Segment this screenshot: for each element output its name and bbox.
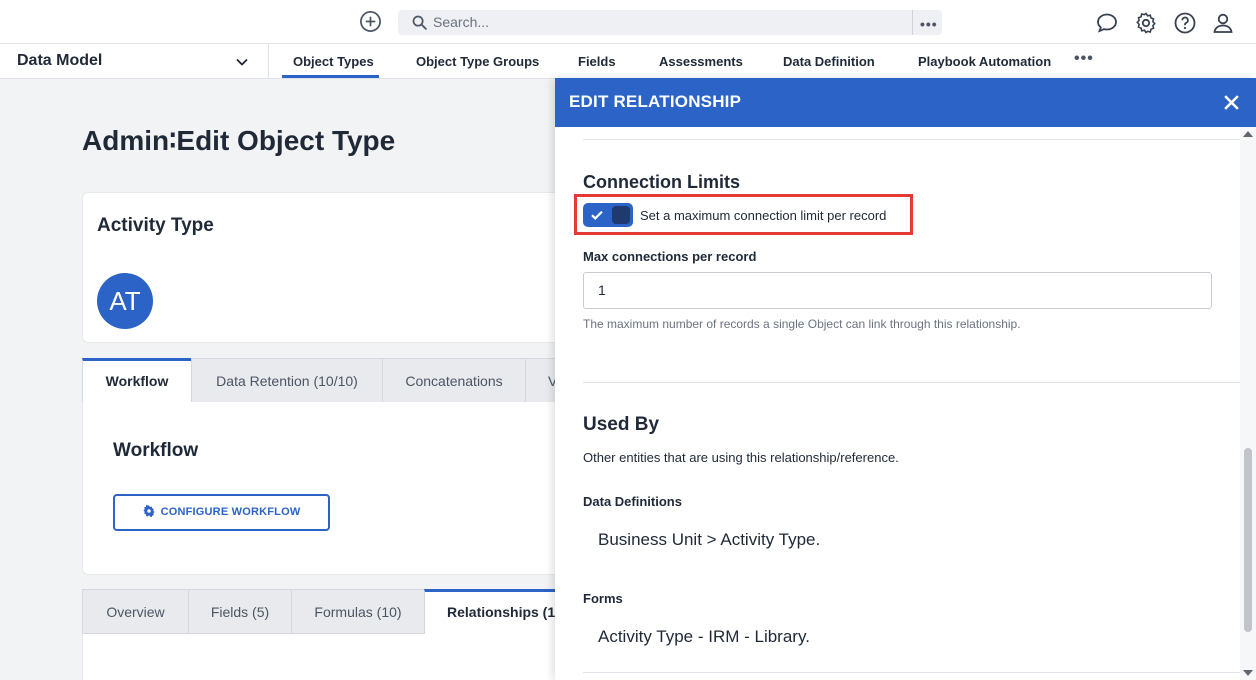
tab-workflow[interactable]: Workflow bbox=[82, 358, 192, 403]
max-connections-label: Max connections per record bbox=[583, 249, 757, 264]
form-item: Activity Type - IRM - Library. bbox=[598, 627, 810, 646]
more-icon: ••• bbox=[920, 16, 938, 32]
divider bbox=[583, 382, 1240, 383]
active-tab-indicator bbox=[282, 75, 379, 78]
object-tabs-bottom: Overview Fields (5) Formulas (10) Relati… bbox=[82, 589, 602, 635]
gear-icon bbox=[143, 505, 155, 517]
configure-workflow-label: CONFIGURE WORKFLOW bbox=[160, 506, 301, 518]
tab-formulas[interactable]: Formulas (10) bbox=[291, 589, 425, 634]
max-connections-input[interactable]: 1 bbox=[583, 272, 1212, 309]
module-title: Data Model bbox=[17, 52, 103, 69]
search-options-button[interactable]: ••• bbox=[912, 10, 942, 35]
panel-scrollbar[interactable] bbox=[1240, 127, 1256, 680]
scroll-down-icon[interactable] bbox=[1243, 670, 1253, 676]
nav-tab-playbook-automation[interactable]: Playbook Automation bbox=[918, 54, 1051, 69]
close-icon[interactable] bbox=[1223, 94, 1240, 111]
tab-overview[interactable]: Overview bbox=[82, 589, 189, 634]
panel-title: EDIT RELATIONSHIP bbox=[569, 92, 742, 111]
avatar: AT bbox=[97, 273, 153, 329]
object-header-card: Activity Type AT bbox=[82, 192, 602, 343]
configure-workflow-button[interactable]: CONFIGURE WORKFLOW bbox=[113, 494, 330, 531]
scroll-thumb[interactable] bbox=[1244, 448, 1252, 632]
forms-label: Forms bbox=[583, 591, 623, 606]
gear-icon[interactable] bbox=[1134, 11, 1158, 35]
toggle-knob bbox=[612, 206, 630, 224]
max-connections-help: The maximum number of records a single O… bbox=[583, 317, 1021, 331]
nav-tab-assessments[interactable]: Assessments bbox=[659, 54, 743, 69]
nav-tab-fields[interactable]: Fields bbox=[578, 54, 616, 69]
global-search[interactable]: Search... ••• bbox=[398, 10, 942, 35]
used-by-title: Used By bbox=[583, 414, 660, 435]
divider bbox=[583, 672, 1240, 673]
relationships-card bbox=[82, 634, 602, 680]
object-name: Activity Type bbox=[97, 215, 214, 236]
object-tabs-top: Workflow Data Retention (10/10) Concaten… bbox=[82, 358, 602, 403]
edit-relationship-panel: EDIT RELATIONSHIP Connection Limits Set … bbox=[555, 78, 1256, 680]
used-by-description: Other entities that are using this relat… bbox=[583, 450, 899, 465]
nav-tab-object-types[interactable]: Object Types bbox=[293, 54, 374, 69]
search-icon bbox=[412, 15, 427, 30]
nav-tab-object-type-groups[interactable]: Object Type Groups bbox=[416, 54, 539, 69]
tab-data-retention[interactable]: Data Retention (10/10) bbox=[191, 358, 383, 403]
workflow-title: Workflow bbox=[113, 440, 199, 461]
divider bbox=[583, 139, 1240, 140]
toggle-label: Set a maximum connection limit per recor… bbox=[640, 208, 887, 223]
tab-concatenations[interactable]: Concatenations bbox=[382, 358, 526, 403]
add-circle-icon[interactable] bbox=[359, 10, 382, 33]
top-bar: Search... ••• bbox=[0, 0, 1256, 44]
more-tabs-icon[interactable]: ••• bbox=[1074, 50, 1094, 68]
scroll-up-icon[interactable] bbox=[1243, 131, 1253, 137]
data-definition-item: Business Unit > Activity Type. bbox=[598, 530, 821, 549]
panel-header: EDIT RELATIONSHIP bbox=[555, 78, 1256, 127]
chevron-down-icon bbox=[236, 58, 248, 66]
module-selector[interactable]: Data Model bbox=[0, 44, 269, 79]
workflow-card: Workflow CONFIGURE WORKFLOW bbox=[82, 402, 602, 575]
help-icon[interactable] bbox=[1173, 11, 1197, 35]
nav-tab-data-definition[interactable]: Data Definition bbox=[783, 54, 875, 69]
user-icon[interactable] bbox=[1211, 11, 1235, 35]
page-title: Admin∶Edit Object Type bbox=[82, 125, 396, 156]
data-definitions-label: Data Definitions bbox=[583, 494, 682, 509]
connection-limit-toggle[interactable] bbox=[583, 203, 633, 227]
connection-limits-title: Connection Limits bbox=[583, 172, 740, 192]
module-nav: Data Model Object Types Object Type Grou… bbox=[0, 44, 1256, 79]
tab-fields[interactable]: Fields (5) bbox=[188, 589, 292, 634]
check-icon bbox=[591, 210, 603, 220]
chat-icon[interactable] bbox=[1095, 11, 1119, 35]
search-input[interactable]: Search... bbox=[433, 14, 489, 30]
